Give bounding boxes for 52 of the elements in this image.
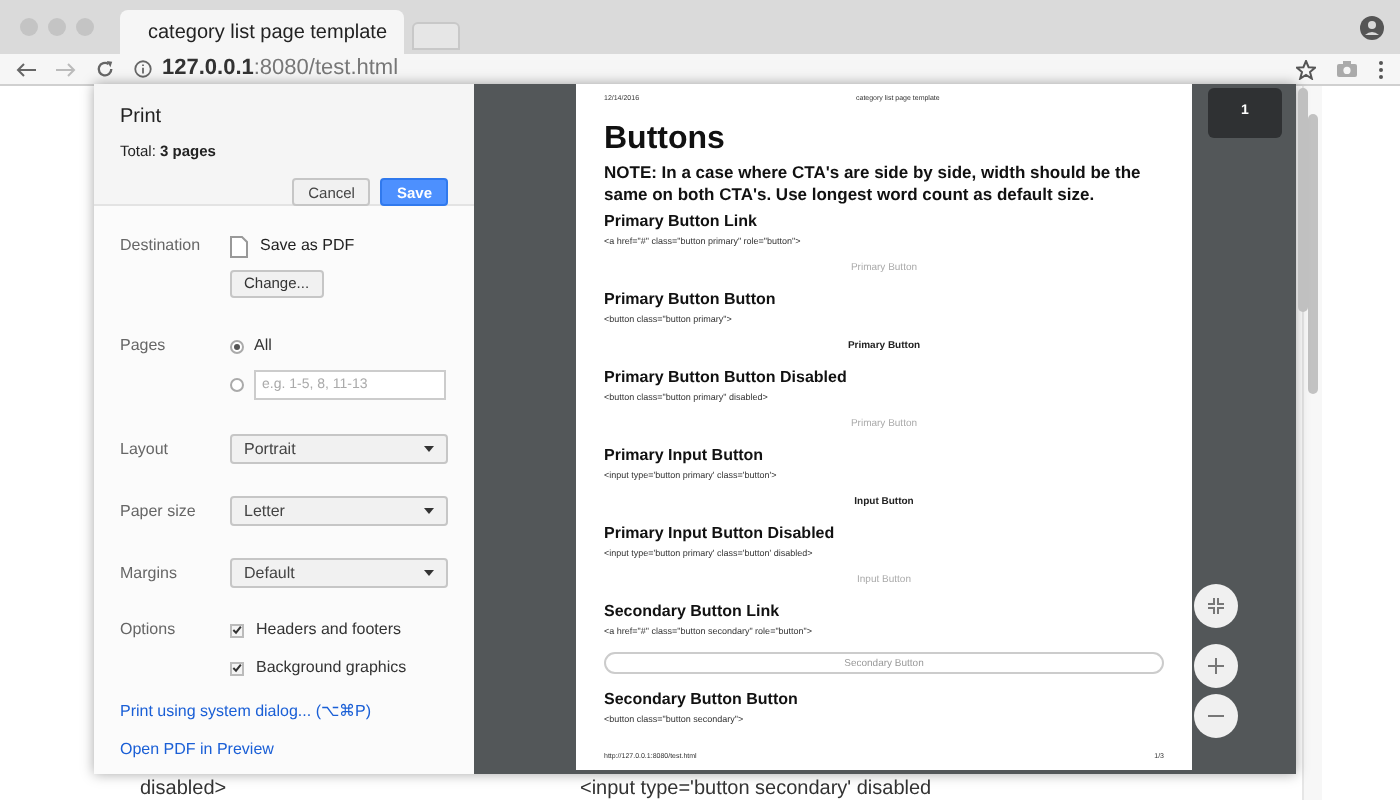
section-title: Primary Button Button	[604, 290, 778, 311]
radio-button[interactable]	[230, 378, 244, 392]
back-icon[interactable]	[16, 61, 36, 77]
radio-button[interactable]	[230, 339, 244, 353]
zoom-out-button[interactable]	[1194, 694, 1238, 738]
star-icon[interactable]	[1296, 59, 1316, 79]
setting-label: Paper size	[120, 499, 198, 523]
scrollbar-thumb[interactable]	[1308, 114, 1318, 394]
link[interactable]: Print using system dialog... (⌥⌘P)	[94, 700, 474, 724]
menu-icon[interactable]	[1378, 59, 1384, 79]
setting-label: Pages	[120, 334, 168, 358]
checkbox[interactable]	[230, 623, 244, 637]
plus-icon	[1208, 658, 1224, 674]
zoom-in-button[interactable]	[1194, 644, 1238, 688]
section-title: Primary Button Link	[604, 212, 759, 233]
checkbox[interactable]	[230, 661, 244, 675]
page-heading: Buttons	[604, 122, 727, 159]
account-icon[interactable]	[1360, 16, 1384, 40]
scrollbar-thumb[interactable]	[1298, 88, 1308, 312]
browser-tab[interactable]: category list page template	[120, 10, 404, 54]
section-title: Secondary Button Button	[604, 690, 800, 711]
section-title: Secondary Button Link	[604, 602, 782, 623]
dialog-title: Print	[120, 104, 164, 132]
destination-name: Save as PDF	[260, 234, 355, 258]
fit-to-page-button[interactable]	[1194, 584, 1238, 628]
url-field[interactable]: 127.0.0.1:8080/test.html	[162, 52, 399, 86]
reload-icon[interactable]	[96, 60, 114, 78]
document-icon	[230, 235, 248, 257]
section-title: Primary Input Button	[604, 446, 766, 467]
caret-icon	[424, 446, 434, 452]
radio-label: All	[254, 334, 272, 358]
code-text: <input type='button secondary' disabled	[580, 778, 932, 800]
note-text: NOTE: In a case where CTA's are side by side, width should be the same on both CTA's. Use longest word count as default size.	[604, 162, 1143, 205]
setting-label: Layout	[120, 437, 171, 461]
minus-icon	[1208, 714, 1224, 718]
code-text: disabled>	[140, 778, 227, 800]
tab-title: category list page template	[148, 19, 388, 47]
dropdown[interactable]: Default	[230, 558, 448, 588]
setting-label: Options	[120, 618, 178, 642]
caret-icon	[424, 570, 434, 576]
setting-label: Destination	[120, 234, 203, 258]
checkbox-label: Background graphics	[256, 656, 407, 680]
link[interactable]: Open PDF in Preview	[94, 738, 474, 762]
caret-icon	[424, 508, 434, 514]
dropdown[interactable]: Letter	[230, 496, 448, 526]
checkbox-label: Headers and footers	[256, 618, 401, 642]
fit-icon	[1208, 598, 1224, 614]
info-icon[interactable]	[134, 60, 152, 78]
section-title: Primary Input Button Disabled	[604, 524, 837, 545]
setting-label: Margins	[120, 561, 179, 585]
dropdown[interactable]: Portrait	[230, 434, 448, 464]
section-title: Primary Button Button Disabled	[604, 368, 849, 389]
